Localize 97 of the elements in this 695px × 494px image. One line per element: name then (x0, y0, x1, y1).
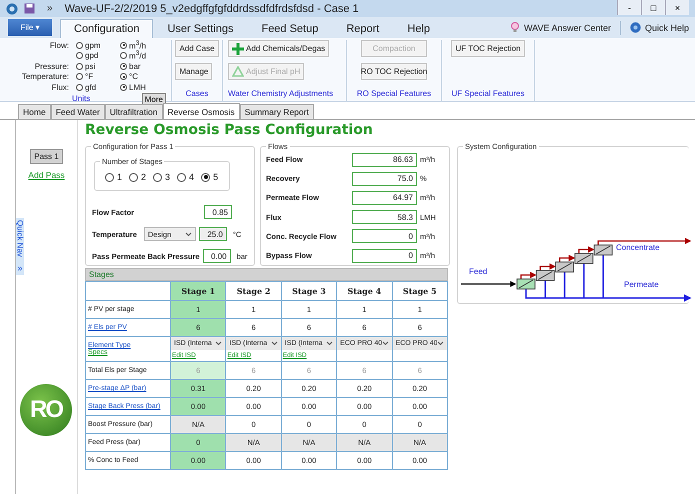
radio-label: m$^{3}$/h (128, 40, 148, 51)
chevron-icon (437, 341, 444, 346)
radio-button[interactable] (201, 172, 210, 182)
column-header[interactable]: Stage 3 (281, 282, 337, 300)
unit-label: Temperature: (20, 72, 70, 82)
chevron-icon (270, 341, 278, 346)
plus-icon (232, 42, 244, 54)
radio-label: bar (128, 62, 142, 71)
radio-button[interactable] (120, 52, 127, 60)
radio-button[interactable] (105, 172, 114, 182)
column-header[interactable]: Stage 5 (392, 282, 448, 300)
flow-field[interactable]: 58.3 (352, 210, 417, 224)
back-pressure-field[interactable]: 0.00 (202, 249, 231, 263)
radio-button[interactable] (120, 42, 127, 49)
radio-label: LMH (128, 82, 147, 92)
lightbulb-icon (510, 22, 520, 33)
ribbon-tab[interactable]: Help (393, 19, 444, 38)
ribbon-tab[interactable]: Configuration (60, 19, 154, 38)
group-title: Units (72, 94, 90, 102)
ribbon-button[interactable]: Manage (175, 63, 212, 80)
radio-button[interactable] (120, 73, 127, 80)
maximize-button[interactable]: □ (641, 0, 665, 15)
minimize-button[interactable]: - (617, 0, 641, 15)
radio-button[interactable] (120, 62, 127, 70)
section-title: Stages (89, 270, 114, 279)
help-link[interactable]: Quick Help (644, 22, 689, 32)
radio-label: gpd (84, 51, 100, 60)
radio-label: m$^{3}$/d (128, 50, 148, 62)
page-tab[interactable]: Feed Water (50, 104, 105, 119)
page-tab[interactable]: Reverse Osmosis (162, 103, 240, 119)
chevron-icon (382, 341, 389, 346)
radio-button[interactable] (177, 172, 186, 182)
ribbon-button[interactable]: UF TOC Rejection (451, 40, 525, 57)
ribbon-tab[interactable]: User Settings (153, 19, 248, 38)
column-header[interactable]: Stage 2 (226, 282, 282, 300)
flow-field[interactable]: 64.97 (352, 190, 417, 205)
column-header[interactable]: Stage 4 (336, 282, 392, 300)
radio-button[interactable] (76, 73, 83, 80)
pass-button[interactable]: Pass 1 (30, 149, 63, 164)
save-icon[interactable] (24, 3, 35, 14)
radio-label: 5 (213, 172, 218, 182)
concentrate-label: Concentrate (616, 243, 660, 252)
window-title: Wave-UF-2/2/2019 5_v2edgffgfgfddrdssdfdfrdsfdsd - Case 1 (64, 2, 359, 14)
radio-label: 1 (117, 172, 122, 182)
radio-label: gfd (84, 82, 98, 92)
flow-field[interactable]: 75.0 (352, 172, 417, 186)
group-title: Water Chemistry Adjustments (228, 89, 334, 98)
radio-button[interactable] (76, 52, 83, 60)
flow-field[interactable]: 0 (352, 229, 417, 244)
chevron-icon (215, 341, 222, 346)
radio-label: 4 (189, 172, 194, 182)
chevron-icon (326, 341, 334, 346)
radio-button[interactable] (76, 62, 83, 70)
page-tab[interactable]: Home (18, 104, 51, 119)
flow-factor-field[interactable]: 0.85 (204, 205, 232, 219)
flow-field[interactable]: 0 (352, 248, 417, 263)
overflow-button[interactable]: » (47, 3, 53, 14)
ribbon-tab[interactable]: Report (332, 19, 394, 38)
page-tab[interactable]: Summary Report (240, 104, 314, 119)
radio-label: °C (128, 72, 139, 82)
radio-label: psi (84, 62, 96, 71)
quick-nav-tab[interactable]: Quick Nav » (16, 218, 24, 275)
page-heading: Reverse Osmosis Pass Configuration (85, 122, 374, 138)
unit-label: Flux: (50, 82, 70, 92)
add-pass-link[interactable]: Add Pass (28, 170, 65, 180)
ribbon-button[interactable]: RO TOC Rejection (361, 63, 427, 80)
radio-label: °F (84, 72, 94, 82)
ribbon-button[interactable]: Add Chemicals/Degas (228, 40, 330, 57)
column-header[interactable]: Stage 1 (170, 282, 226, 300)
radio-button[interactable] (76, 42, 83, 49)
feed-label: Feed (469, 267, 488, 276)
help-link[interactable]: WAVE Answer Center (524, 22, 611, 32)
group-title: RO Special Features (356, 89, 432, 98)
app-icon[interactable] (6, 2, 18, 14)
radio-button[interactable] (120, 84, 127, 91)
permeate-label: Permeate (624, 280, 659, 289)
triangle-icon (232, 66, 244, 77)
group-title: UF Special Features (452, 89, 524, 98)
page-tab[interactable]: Ultrafiltration (104, 104, 162, 119)
radio-button[interactable] (153, 172, 162, 182)
unit-label: Pressure: (34, 62, 70, 71)
file-menu-button[interactable]: File ▾ (8, 19, 52, 36)
radio-button[interactable] (129, 172, 138, 182)
radio-label: 2 (141, 172, 146, 182)
radio-button[interactable] (76, 84, 83, 91)
chevron-icon (184, 232, 192, 236)
radio-label: 3 (165, 172, 170, 182)
flow-field[interactable]: 86.63 (352, 152, 417, 167)
more-button[interactable]: More (142, 92, 166, 106)
ribbon-button[interactable]: Add Case (175, 40, 219, 57)
close-button[interactable]: × (665, 0, 689, 15)
ro-logo: RO (20, 384, 72, 436)
group-title: Cases (186, 89, 208, 98)
temperature-field[interactable]: 25.0 (198, 227, 227, 241)
unit-label: Flow: (48, 40, 70, 50)
radio-label: gpm (84, 40, 102, 50)
ribbon-tab[interactable]: Feed Setup (247, 19, 332, 38)
